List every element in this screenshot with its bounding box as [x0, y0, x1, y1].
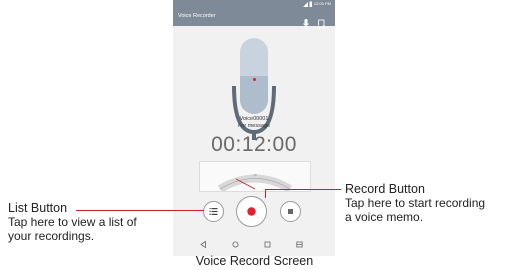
signal-icon — [303, 1, 312, 7]
list-button[interactable] — [203, 201, 224, 222]
record-button[interactable] — [236, 196, 267, 227]
list-callout-desc-2: your recordings. — [8, 229, 95, 243]
status-bar: 12:00 PM — [173, 0, 335, 8]
home-icon[interactable] — [231, 240, 240, 249]
list-icon — [209, 208, 218, 215]
figure-caption: Voice Record Screen — [195, 254, 314, 268]
recording-timer: 00:12:00 — [211, 133, 297, 156]
recording-indicator — [253, 78, 256, 81]
record-callout-desc-1: Tap here to start recording — [345, 196, 486, 210]
stop-icon — [288, 209, 293, 214]
memo-subtitle: For message — [237, 123, 271, 129]
record-callout-desc-2: a voice memo. — [345, 210, 424, 224]
list-callout-desc-1: Tap here to view a list of — [8, 215, 137, 229]
status-time: 12:00 PM — [313, 1, 331, 6]
record-callout-drop — [265, 189, 266, 198]
list-callout: List Button Tap here to view a list of y… — [8, 201, 137, 243]
menu-icon[interactable] — [295, 240, 304, 249]
record-callout-line — [265, 189, 341, 190]
app-bar: Voice Recorder — [173, 8, 335, 29]
microphone-icon[interactable] — [303, 19, 309, 29]
level-meter: dB — [199, 161, 311, 192]
record-callout-title: Record Button — [345, 182, 425, 196]
memo-name: Voice00001 — [239, 116, 269, 122]
record-callout: Record Button Tap here to start recordin… — [345, 182, 485, 224]
navigation-bar — [173, 235, 335, 254]
list-callout-title: List Button — [8, 201, 68, 215]
gauge-label: dB — [253, 173, 257, 177]
recents-icon[interactable] — [263, 240, 272, 249]
level-gauge: dB — [217, 173, 293, 191]
back-icon[interactable] — [199, 240, 208, 249]
phone-screen: 12:00 PM Voice Recorder Voice00001 For m… — [173, 0, 335, 256]
stop-button[interactable] — [280, 201, 301, 222]
app-title: Voice Recorder — [178, 13, 216, 19]
record-dot-icon — [247, 207, 256, 216]
settings-icon[interactable] — [318, 19, 326, 29]
